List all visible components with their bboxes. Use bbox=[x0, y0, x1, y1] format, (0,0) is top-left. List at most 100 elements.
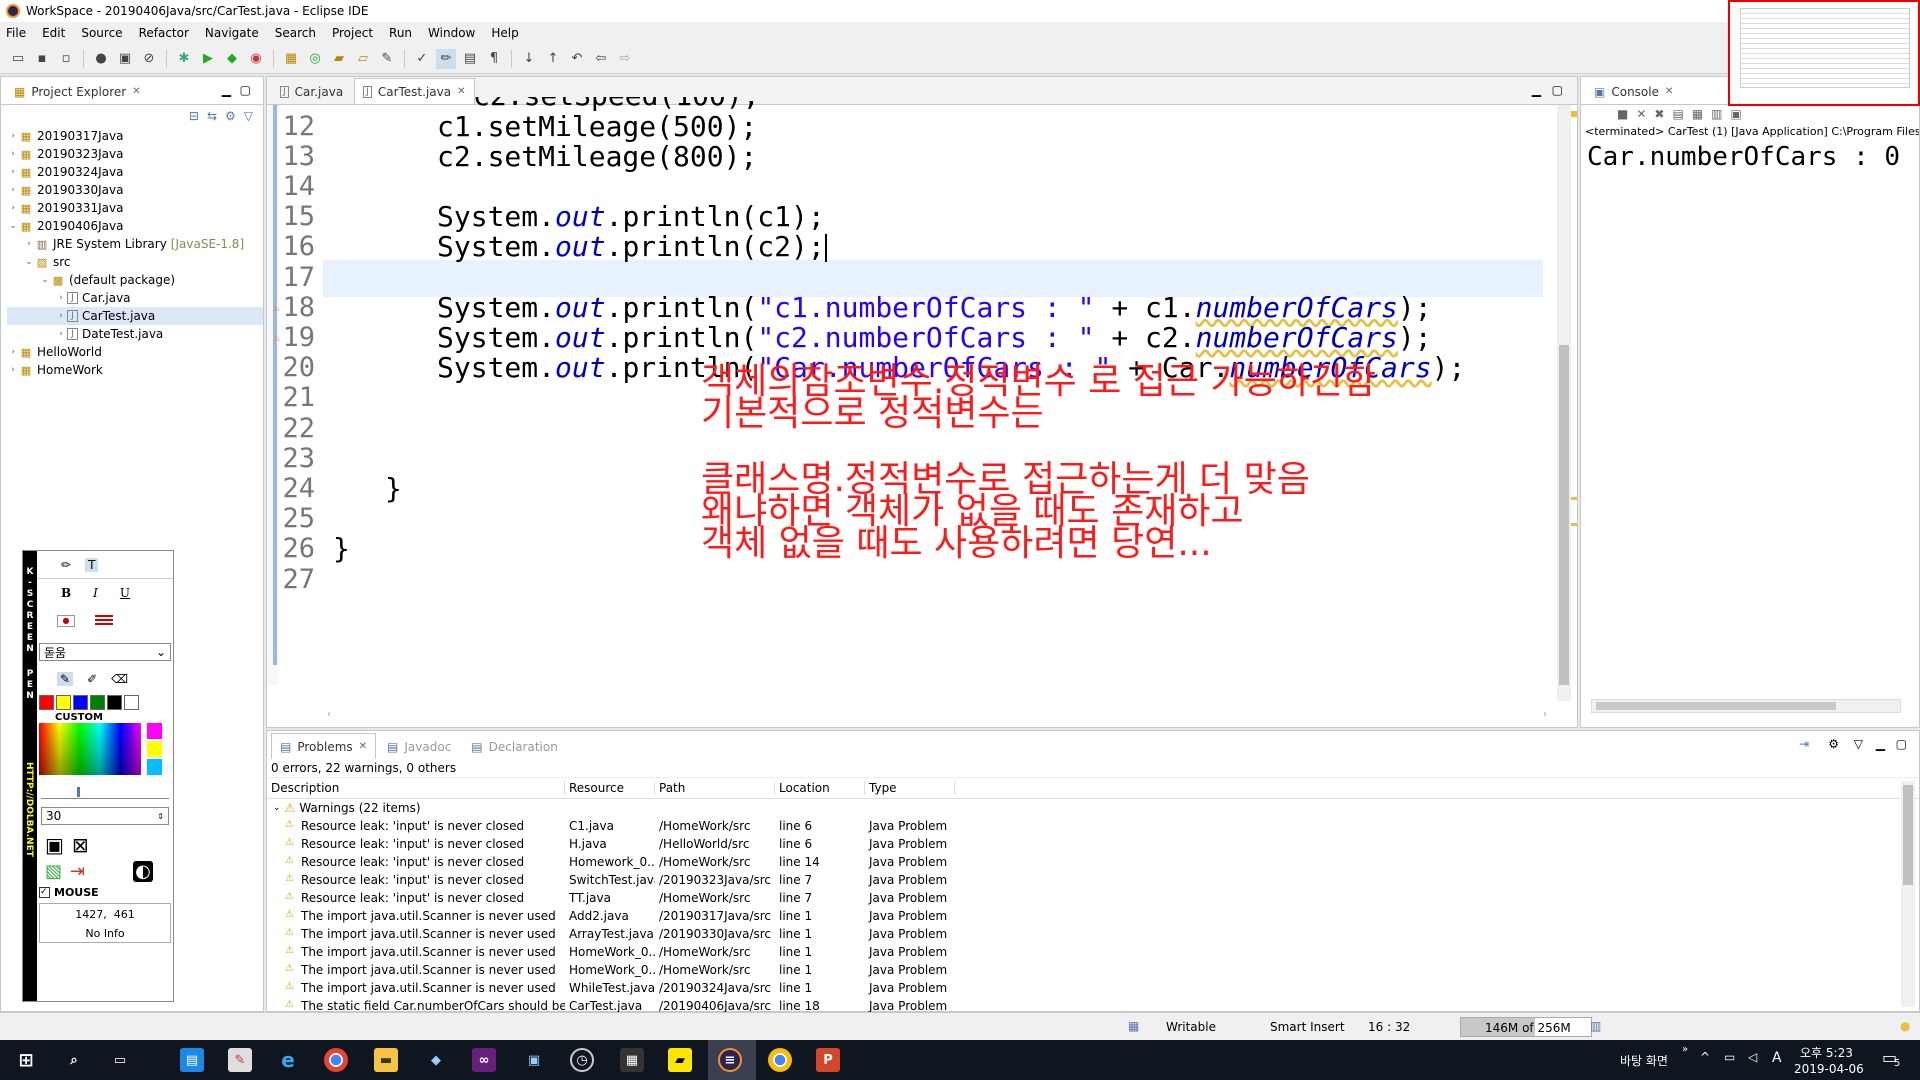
chevron-down-icon[interactable]: ⌄ bbox=[39, 275, 51, 285]
bold-button[interactable]: B bbox=[61, 586, 71, 600]
chevron-icon[interactable]: » bbox=[1682, 1044, 1688, 1055]
tree-item[interactable]: › ▦ 20190317Java bbox=[7, 127, 263, 145]
close-icon[interactable]: ✕ bbox=[1665, 86, 1673, 97]
save-as-icon[interactable]: ⊠ bbox=[72, 833, 89, 857]
link-editor-icon[interactable]: ⇆ bbox=[207, 109, 217, 123]
filter-icon[interactable]: ⚙ bbox=[225, 109, 236, 123]
view-menu-icon[interactable]: ▽ bbox=[244, 109, 253, 123]
color-swatch[interactable] bbox=[39, 695, 54, 710]
back-icon[interactable]: ⇦ bbox=[591, 49, 611, 69]
column-header[interactable]: Type bbox=[865, 781, 955, 795]
table-row[interactable]: ⚠ The import java.util.Scanner is never u… bbox=[267, 943, 1919, 961]
task-view-icon[interactable]: ▭ bbox=[108, 1048, 132, 1072]
image-icon[interactable]: ▧ bbox=[45, 861, 62, 882]
color-swatch[interactable] bbox=[107, 695, 122, 710]
pin-icon[interactable]: ▦ bbox=[1692, 107, 1703, 121]
tab-javadoc[interactable]: ▤ Javadoc bbox=[378, 733, 460, 759]
table-row[interactable]: ⚠ Resource leak: 'input' is never closed C… bbox=[267, 817, 1919, 835]
minimize-icon[interactable]: ▁ bbox=[1876, 737, 1885, 751]
chevron-down-icon[interactable]: ⌄ bbox=[23, 257, 35, 267]
pencil-icon[interactable]: ✎ bbox=[57, 672, 74, 686]
visual-studio-icon[interactable]: ∞ bbox=[472, 1048, 496, 1072]
powerpoint-icon[interactable]: P bbox=[816, 1048, 840, 1072]
table-row[interactable]: ⚠ The import java.util.Scanner is never u… bbox=[267, 979, 1919, 997]
open-type-icon[interactable]: ▰ bbox=[329, 49, 349, 69]
chevron-right-icon[interactable]: › bbox=[7, 185, 19, 195]
tab-project-explorer[interactable]: ▦ Project Explorer ✕ bbox=[5, 78, 150, 104]
new-class-icon[interactable]: ◎ bbox=[305, 49, 325, 69]
save-icon[interactable]: ▪ bbox=[32, 49, 52, 69]
tree-item[interactable]: ⌄ ▨ src bbox=[7, 253, 263, 271]
menu-search[interactable]: Search bbox=[275, 26, 316, 40]
column-header[interactable]: Resource bbox=[565, 781, 655, 795]
menu-edit[interactable]: Edit bbox=[42, 26, 65, 40]
maximize-icon[interactable]: ▢ bbox=[1552, 83, 1563, 97]
maximize-icon[interactable]: ▢ bbox=[240, 83, 251, 97]
word-wrap-icon[interactable]: ▥ bbox=[1711, 107, 1722, 121]
tree-item[interactable]: › ▦ 20190330Java bbox=[7, 181, 263, 199]
font-select[interactable]: 돋움 ⌄ bbox=[39, 643, 171, 661]
text-tool-icon[interactable]: T bbox=[85, 557, 99, 572]
chevron-right-icon[interactable]: › bbox=[55, 311, 67, 321]
chevron-right-icon[interactable]: › bbox=[23, 239, 35, 249]
remove-all-icon[interactable]: ✖ bbox=[1654, 107, 1664, 121]
thickness-slider[interactable] bbox=[41, 785, 169, 799]
color-swatch[interactable] bbox=[73, 695, 88, 710]
table-row[interactable]: ⚠ Resource leak: 'input' is never closed T… bbox=[267, 889, 1919, 907]
menu-help[interactable]: Help bbox=[491, 26, 518, 40]
collapse-all-icon[interactable]: ⊟ bbox=[189, 109, 199, 123]
new-icon[interactable]: ▭ bbox=[8, 49, 28, 69]
eclipse-icon[interactable]: ≡ bbox=[718, 1048, 742, 1072]
last-edit-icon[interactable]: ↶ bbox=[567, 49, 587, 69]
minimize-icon[interactable]: ▁ bbox=[222, 83, 231, 97]
color-swatch[interactable] bbox=[147, 759, 162, 775]
coverage-icon[interactable]: ◆ bbox=[222, 49, 242, 69]
prev-annotation-icon[interactable]: ↑ bbox=[543, 49, 563, 69]
chevron-right-icon[interactable]: › bbox=[7, 149, 19, 159]
color-spectrum[interactable] bbox=[39, 723, 141, 775]
color-swatch[interactable] bbox=[147, 723, 162, 739]
editor-vscroll[interactable] bbox=[1557, 105, 1571, 701]
table-row[interactable]: ⚠ The import java.util.Scanner is never u… bbox=[267, 925, 1919, 943]
tree-item[interactable]: › ▦ 20190324Java bbox=[7, 163, 263, 181]
remove-launch-icon[interactable]: ✕ bbox=[1636, 107, 1646, 121]
tab-problems[interactable]: ▤ Problems ✕ bbox=[271, 733, 377, 759]
show-whitespace-icon[interactable]: ¶ bbox=[484, 49, 504, 69]
chevron-right-icon[interactable]: › bbox=[7, 131, 19, 141]
close-icon[interactable]: ✕ bbox=[132, 86, 140, 97]
tree-item[interactable]: › ▥ JRE System Library [JavaSE-1.8] bbox=[7, 235, 263, 253]
save-all-icon[interactable]: ▫ bbox=[56, 49, 76, 69]
mark-occurrences-icon[interactable]: ✏ bbox=[436, 48, 456, 69]
chevron-right-icon[interactable]: › bbox=[7, 347, 19, 357]
eraser-icon[interactable]: ⌫ bbox=[111, 672, 128, 686]
chevron-right-icon[interactable]: › bbox=[7, 203, 19, 213]
column-header[interactable]: Description bbox=[267, 781, 565, 795]
forward-icon[interactable]: ⇨ bbox=[615, 49, 635, 69]
gc-trash-icon[interactable]: ▥ bbox=[1590, 1019, 1601, 1033]
close-icon[interactable]: ✕ bbox=[359, 741, 367, 752]
calculator-icon[interactable]: ▦ bbox=[620, 1048, 644, 1072]
terminal-icon[interactable]: ▣ bbox=[115, 49, 135, 69]
menu-file[interactable]: File bbox=[6, 26, 26, 40]
marker-icon[interactable]: ✐ bbox=[87, 672, 97, 686]
menu-run[interactable]: Run bbox=[389, 26, 412, 40]
tree-item[interactable]: › J Car.java bbox=[7, 289, 263, 307]
size-stepper[interactable]: 30 ⇕ bbox=[41, 807, 169, 825]
table-row[interactable]: ⚠ The import java.util.Scanner is never u… bbox=[267, 961, 1919, 979]
tree-item[interactable]: › ▦ HomeWork bbox=[7, 361, 263, 379]
tab-declaration[interactable]: ▤ Declaration bbox=[462, 733, 567, 759]
tree-item[interactable]: › ▦ 20190331Java bbox=[7, 199, 263, 217]
menu-navigate[interactable]: Navigate bbox=[205, 26, 259, 40]
menu-refactor[interactable]: Refactor bbox=[139, 26, 189, 40]
search-icon[interactable]: ✎ bbox=[377, 49, 397, 69]
color-swatch[interactable] bbox=[56, 695, 71, 710]
code-editor[interactable]: c2.setSpeed(100); 12c1.setMileage(500);1… bbox=[273, 97, 1543, 697]
chevron-right-icon[interactable]: › bbox=[7, 167, 19, 177]
console-output[interactable]: Car.numberOfCars : 0 bbox=[1581, 142, 1919, 172]
chevron-down-icon[interactable]: ⌄ bbox=[7, 221, 19, 231]
tip-bulb-icon[interactable]: ● bbox=[1900, 1019, 1910, 1033]
focus-icon[interactable]: ⇥ bbox=[1799, 737, 1809, 751]
color-swatch[interactable] bbox=[124, 695, 139, 710]
annotation-icon[interactable]: ✓ bbox=[412, 49, 432, 69]
tree-item[interactable]: › J CarTest.java bbox=[7, 307, 263, 325]
